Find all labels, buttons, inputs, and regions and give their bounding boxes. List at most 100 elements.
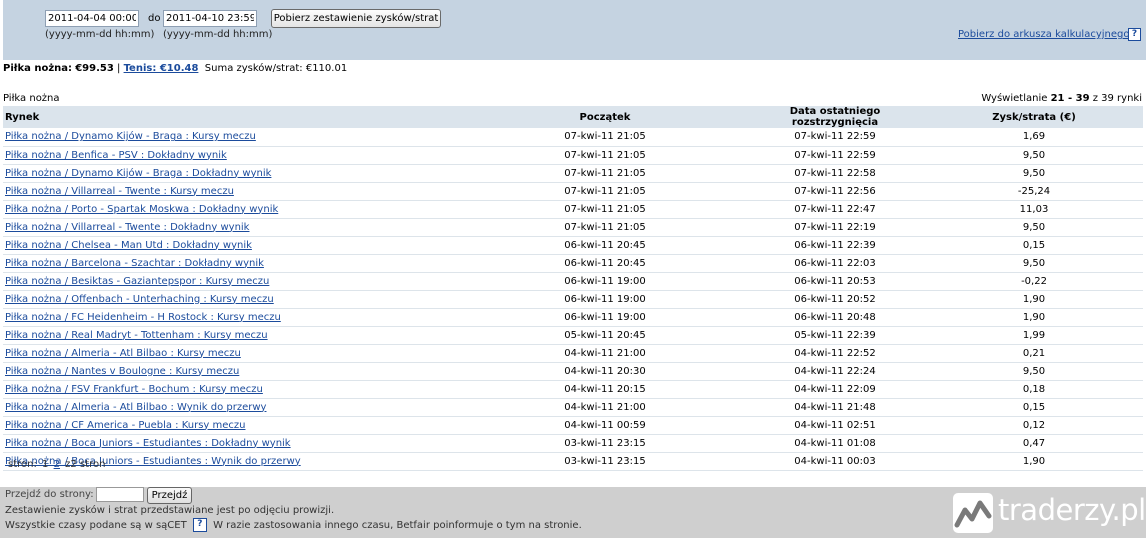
market-link[interactable]: Piłka nożna / Boca Juniors - Estudiantes… <box>5 438 291 449</box>
table-row: Piłka nożna / Dynamo Kijów - Braga : Kur… <box>3 128 1143 147</box>
settled-time-cell: 04-kwi-11 00:03 <box>745 452 925 471</box>
settled-time-cell: 06-kwi-11 22:03 <box>745 254 925 273</box>
start-time-cell: 03-kwi-11 23:15 <box>465 434 745 453</box>
market-cell: Piłka nożna / FSV Frankfurt - Bochum : K… <box>3 380 465 399</box>
date-to-input[interactable] <box>163 10 257 27</box>
table-row: Piłka nożna / Real Madryt - Tottenham : … <box>3 326 1143 345</box>
start-time-cell: 07-kwi-11 21:05 <box>465 128 745 147</box>
settled-time-cell: 07-kwi-11 22:58 <box>745 164 925 183</box>
paging-info: Wyświetlanie 21 - 39 z 39 rynki <box>981 93 1142 104</box>
market-link[interactable]: Piłka nożna / CF America - Puebla : Kurs… <box>5 420 246 431</box>
download-spreadsheet-link[interactable]: Pobierz do arkusza kalkulacyjnego <box>958 29 1129 40</box>
table-row: Piłka nożna / Villarreal - Twente : Dokł… <box>3 218 1143 237</box>
profit-loss-cell: 9,50 <box>925 218 1143 237</box>
market-cell: Piłka nożna / Porto - Spartak Moskwa : D… <box>3 200 465 219</box>
start-time-cell: 04-kwi-11 21:00 <box>465 344 745 363</box>
market-cell: Piłka nożna / Almeria - Atl Bilbao : Kur… <box>3 344 465 363</box>
profit-loss-cell: 9,50 <box>925 362 1143 381</box>
settled-time-cell: 05-kwi-11 22:39 <box>745 326 925 345</box>
table-row: Piłka nożna / Almeria - Atl Bilbao : Wyn… <box>3 398 1143 417</box>
get-summary-button[interactable]: Pobierz zestawienie zysków/strat <box>271 9 441 28</box>
market-link[interactable]: Piłka nożna / Dynamo Kijów - Braga : Dok… <box>5 168 271 179</box>
goto-page-label: Przejdź do strony: <box>5 489 94 500</box>
market-cell: Piłka nożna / Barcelona - Szachtar : Dok… <box>3 254 465 273</box>
settled-time-cell: 04-kwi-11 01:08 <box>745 434 925 453</box>
settled-time-cell: 07-kwi-11 22:59 <box>745 146 925 165</box>
market-cell: Piłka nożna / Villarreal - Twente : Kurs… <box>3 182 465 201</box>
profit-loss-cell: 0,18 <box>925 380 1143 399</box>
market-cell: Piłka nożna / Almeria - Atl Bilbao : Wyn… <box>3 398 465 417</box>
market-link[interactable]: Piłka nożna / Benfica - PSV : Dokładny w… <box>5 150 227 161</box>
market-cell: Piłka nożna / Chelsea - Man Utd : Dokład… <box>3 236 465 255</box>
market-link[interactable]: Piłka nożna / Nantes v Boulogne : Kursy … <box>5 366 239 377</box>
start-time-cell: 07-kwi-11 21:05 <box>465 164 745 183</box>
table-row: Piłka nożna / Nantes v Boulogne : Kursy … <box>3 362 1143 381</box>
table-row: Piłka nożna / Besiktas - Gaziantepspor :… <box>3 272 1143 291</box>
market-link[interactable]: Piłka nożna / Porto - Spartak Moskwa : D… <box>5 204 278 215</box>
settled-time-cell: 04-kwi-11 22:09 <box>745 380 925 399</box>
market-link[interactable]: Piłka nożna / Almeria - Atl Bilbao : Kur… <box>5 348 241 359</box>
market-cell: Piłka nożna / FC Heidenheim - H Rostock … <box>3 308 465 327</box>
market-link[interactable]: Piłka nożna / Villarreal - Twente : Kurs… <box>5 186 234 197</box>
profit-loss-cell: 0,12 <box>925 416 1143 435</box>
market-link[interactable]: Piłka nożna / FC Heidenheim - H Rostock … <box>5 312 281 323</box>
section-title: Piłka nożna <box>3 93 60 104</box>
market-link[interactable]: Piłka nożna / Villarreal - Twente : Dokł… <box>5 222 249 233</box>
filter-bar: do (yyyy-mm-dd hh:mm) (yyyy-mm-dd hh:mm)… <box>0 0 1146 60</box>
pagination-page-2-link[interactable]: 2 <box>54 459 60 470</box>
paging-prefix: Wyświetlanie <box>981 93 1048 104</box>
tennis-total-link[interactable]: Tenis: €10.48 <box>124 63 199 74</box>
market-cell: Piłka nożna / Dynamo Kijów - Braga : Dok… <box>3 164 465 183</box>
table-row: Piłka nożna / Villarreal - Twente : Kurs… <box>3 182 1143 201</box>
profit-loss-cell: 0,15 <box>925 236 1143 255</box>
mountain-chart-icon <box>953 493 993 533</box>
help-icon[interactable]: ? <box>1128 28 1141 41</box>
profit-loss-cell: 9,50 <box>925 146 1143 165</box>
market-link[interactable]: Piłka nożna / FSV Frankfurt - Bochum : K… <box>5 384 263 395</box>
start-time-cell: 06-kwi-11 20:45 <box>465 236 745 255</box>
totals-summary: Piłka nożna: €99.53 | Tenis: €10.48 Suma… <box>3 63 347 74</box>
market-link[interactable]: Piłka nożna / Real Madryt - Tottenham : … <box>5 330 268 341</box>
settled-time-cell: 07-kwi-11 22:47 <box>745 200 925 219</box>
settled-time-cell: 07-kwi-11 22:59 <box>745 128 925 147</box>
pagination: stron: 1 2 z2 stron <box>8 459 105 470</box>
start-time-cell: 03-kwi-11 23:15 <box>465 452 745 471</box>
brand-watermark: traderzy.pl <box>952 491 1146 535</box>
settled-time-cell: 06-kwi-11 22:39 <box>745 236 925 255</box>
market-link[interactable]: Piłka nożna / Dynamo Kijów - Braga : Kur… <box>5 131 256 142</box>
market-link[interactable]: Piłka nożna / Offenbach - Unterhaching :… <box>5 294 274 305</box>
settled-time-cell: 07-kwi-11 22:19 <box>745 218 925 237</box>
table-row: Piłka nożna / Barcelona - Szachtar : Dok… <box>3 254 1143 273</box>
table-row: Piłka nożna / Boca Juniors - Estudiantes… <box>3 452 1143 471</box>
paging-suffix: z 39 rynki <box>1092 93 1142 104</box>
start-time-cell: 07-kwi-11 21:05 <box>465 182 745 201</box>
profit-loss-cell: 1,69 <box>925 128 1143 147</box>
start-time-cell: 04-kwi-11 21:00 <box>465 398 745 417</box>
profit-loss-cell: 1,90 <box>925 452 1143 471</box>
settled-time-cell: 06-kwi-11 20:53 <box>745 272 925 291</box>
profit-loss-cell: 9,50 <box>925 254 1143 273</box>
goto-page-input[interactable] <box>96 487 144 502</box>
profit-loss-cell: 9,50 <box>925 164 1143 183</box>
market-link[interactable]: Piłka nożna / Almeria - Atl Bilbao : Wyn… <box>5 402 266 413</box>
settled-time-cell: 04-kwi-11 22:24 <box>745 362 925 381</box>
profit-loss-cell: 1,99 <box>925 326 1143 345</box>
table-header-row: Rynek Początek Data ostatniego rozstrzyg… <box>3 106 1143 128</box>
date-to-format-hint: (yyyy-mm-dd hh:mm) <box>163 29 273 40</box>
settled-time-cell: 07-kwi-11 22:56 <box>745 182 925 201</box>
timezone-help-icon[interactable]: ? <box>192 518 207 532</box>
market-link[interactable]: Piłka nożna / Besiktas - Gaziantepspor :… <box>5 276 269 287</box>
start-time-cell: 06-kwi-11 19:00 <box>465 308 745 327</box>
date-from-input[interactable] <box>45 10 139 27</box>
goto-page-button[interactable]: Przejdź <box>147 487 192 504</box>
table-row: Piłka nożna / Almeria - Atl Bilbao : Kur… <box>3 344 1143 363</box>
table-row: Piłka nożna / Boca Juniors - Estudiantes… <box>3 434 1143 453</box>
market-cell: Piłka nożna / Real Madryt - Tottenham : … <box>3 326 465 345</box>
market-link[interactable]: Piłka nożna / Barcelona - Szachtar : Dok… <box>5 258 264 269</box>
market-link[interactable]: Piłka nożna / Chelsea - Man Utd : Dokład… <box>5 240 252 251</box>
football-total-value: €99.53 <box>75 63 114 74</box>
column-header-settled: Data ostatniego rozstrzygnięcia <box>745 106 925 128</box>
table-row: Piłka nożna / CF America - Puebla : Kurs… <box>3 416 1143 435</box>
settled-time-cell: 06-kwi-11 20:52 <box>745 290 925 309</box>
market-cell: Piłka nożna / Boca Juniors - Estudiantes… <box>3 434 465 453</box>
